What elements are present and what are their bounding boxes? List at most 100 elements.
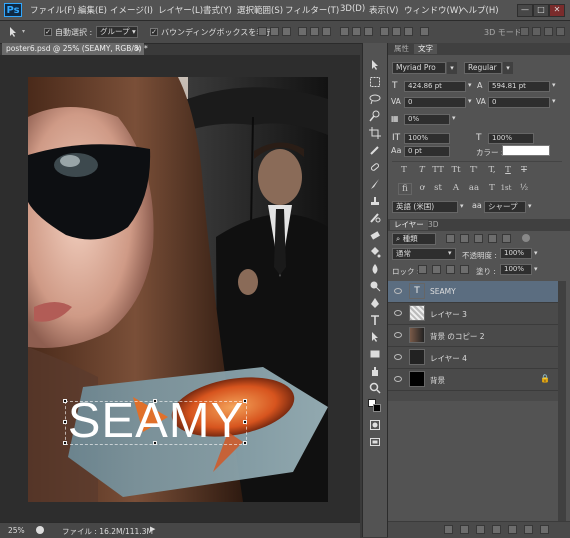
tracking-field[interactable]: 0 bbox=[488, 97, 550, 108]
tab-3d[interactable]: 3D bbox=[424, 220, 443, 230]
distribute-left-icon[interactable] bbox=[380, 27, 389, 36]
visibility-eye-icon[interactable] bbox=[394, 288, 402, 294]
leading-field[interactable]: 594.81 pt bbox=[488, 81, 550, 92]
distribute-vcenter-icon[interactable] bbox=[352, 27, 361, 36]
menu-filter[interactable]: フィルター(T) bbox=[285, 4, 339, 16]
language-dropdown[interactable]: 英語 (米国) bbox=[392, 201, 458, 213]
ligatures-button[interactable]: fi bbox=[398, 183, 412, 195]
maximize-button[interactable]: □ bbox=[533, 4, 549, 17]
ordinals-button[interactable]: 1st bbox=[500, 183, 512, 193]
distribute-hcenter-icon[interactable] bbox=[392, 27, 401, 36]
fill-field[interactable]: 100% bbox=[500, 264, 532, 275]
zoom-level[interactable]: 25% bbox=[8, 526, 25, 535]
path-selection-tool-icon[interactable] bbox=[369, 331, 381, 343]
type-tool-icon[interactable] bbox=[369, 314, 381, 326]
layer-row-background[interactable]: 背景 🔒 bbox=[388, 369, 558, 391]
3d-pan-icon[interactable] bbox=[544, 27, 553, 36]
menu-layer[interactable]: レイヤー(L) bbox=[158, 4, 203, 16]
menu-help[interactable]: ヘルプ(H) bbox=[460, 4, 499, 16]
visibility-eye-icon[interactable] bbox=[394, 310, 402, 316]
font-size-arrow-icon[interactable]: ▾ bbox=[468, 81, 472, 89]
3d-roll-icon[interactable] bbox=[532, 27, 541, 36]
opacity-arrow-icon[interactable]: ▾ bbox=[534, 249, 538, 257]
filter-toggle-icon[interactable] bbox=[522, 234, 530, 242]
faux-italic-button[interactable]: T bbox=[416, 165, 428, 175]
lasso-tool-icon[interactable] bbox=[369, 93, 381, 105]
pen-tool-icon[interactable] bbox=[369, 297, 381, 309]
blend-mode-arrow-icon[interactable]: ▾ bbox=[448, 249, 452, 257]
font-family-arrow-icon[interactable]: ▾ bbox=[447, 62, 457, 74]
layer-row-seamy[interactable]: T SEAMY bbox=[388, 281, 558, 303]
dodge-tool-icon[interactable] bbox=[369, 280, 381, 292]
artboard[interactable]: SEAMY bbox=[28, 77, 328, 502]
filter-adjustment-icon[interactable] bbox=[460, 234, 469, 243]
kerning-field[interactable]: 0 bbox=[404, 97, 466, 108]
layer-row-layer-3[interactable]: レイヤー 3 bbox=[388, 303, 558, 325]
eyedropper-tool-icon[interactable] bbox=[369, 144, 381, 156]
background-color-swatch[interactable] bbox=[373, 404, 381, 412]
swash-button[interactable]: A bbox=[450, 183, 462, 193]
antialias-arrow-icon[interactable]: ▾ bbox=[528, 202, 532, 210]
paint-bucket-tool-icon[interactable] bbox=[369, 246, 381, 258]
font-style-arrow-icon[interactable]: ▾ bbox=[503, 62, 513, 74]
opacity-field[interactable]: 100% bbox=[500, 248, 532, 259]
layer-row-layer-4[interactable]: レイヤー 4 bbox=[388, 347, 558, 369]
add-mask-icon[interactable] bbox=[476, 525, 485, 534]
distribute-top-icon[interactable] bbox=[340, 27, 349, 36]
auto-align-icon[interactable] bbox=[420, 27, 429, 36]
align-right-icon[interactable] bbox=[322, 27, 331, 36]
close-window-button[interactable]: ✕ bbox=[549, 4, 565, 17]
quick-select-tool-icon[interactable] bbox=[369, 110, 381, 122]
menu-image[interactable]: イメージ(I) bbox=[110, 4, 153, 16]
align-left-icon[interactable] bbox=[298, 27, 307, 36]
visibility-eye-icon[interactable] bbox=[394, 376, 402, 382]
link-layers-icon[interactable] bbox=[444, 525, 453, 534]
layer-style-icon[interactable] bbox=[460, 525, 469, 534]
healing-brush-tool-icon[interactable] bbox=[369, 161, 381, 173]
brush-tool-icon[interactable] bbox=[369, 178, 381, 190]
clone-stamp-tool-icon[interactable] bbox=[369, 195, 381, 207]
zoom-tool-icon[interactable] bbox=[369, 382, 381, 394]
filter-type-icon[interactable] bbox=[474, 234, 483, 243]
superscript-button[interactable]: T' bbox=[468, 165, 480, 175]
kerning-arrow-icon[interactable]: ▾ bbox=[468, 97, 472, 105]
quick-mask-icon[interactable] bbox=[369, 419, 381, 431]
lock-all-icon[interactable] bbox=[460, 265, 469, 274]
contextual-alternates-button[interactable]: ơ bbox=[416, 183, 428, 193]
vertical-scale-field[interactable]: 100% bbox=[404, 133, 450, 144]
fill-arrow-icon[interactable]: ▾ bbox=[534, 265, 538, 273]
eraser-tool-icon[interactable] bbox=[369, 229, 381, 241]
tracking-arrow-icon[interactable]: ▾ bbox=[552, 97, 556, 105]
lock-image-icon[interactable] bbox=[432, 265, 441, 274]
align-hcenter-icon[interactable] bbox=[310, 27, 319, 36]
move-tool-preset[interactable] bbox=[6, 26, 28, 38]
baseline-shift-field[interactable]: 0 pt bbox=[404, 146, 450, 157]
auto-select-checkbox[interactable]: ✓ bbox=[44, 28, 52, 36]
hand-tool-icon[interactable] bbox=[369, 365, 381, 377]
menu-type[interactable]: 書式(Y) bbox=[203, 4, 232, 16]
3d-slide-icon[interactable] bbox=[556, 27, 565, 36]
crop-tool-icon[interactable] bbox=[369, 127, 381, 139]
filter-smart-object-icon[interactable] bbox=[502, 234, 511, 243]
layer-row-bg-copy-2[interactable]: 背景 のコピー 2 bbox=[388, 325, 558, 347]
bounding-box-checkbox[interactable]: ✓ bbox=[150, 28, 158, 36]
screen-mode-icon[interactable] bbox=[369, 436, 381, 448]
blend-mode-dropdown[interactable]: 通常 bbox=[392, 248, 456, 260]
lock-position-icon[interactable] bbox=[446, 265, 455, 274]
faux-bold-button[interactable]: T bbox=[398, 165, 410, 175]
align-bottom-icon[interactable] bbox=[282, 27, 291, 36]
visibility-eye-icon[interactable] bbox=[394, 354, 402, 360]
filter-shape-icon[interactable] bbox=[488, 234, 497, 243]
fractions-button[interactable]: ½ bbox=[518, 183, 530, 193]
layer-filter-dropdown[interactable]: ⌕ 種類 bbox=[392, 233, 436, 245]
minimize-button[interactable]: — bbox=[517, 4, 533, 17]
move-tool-icon[interactable] bbox=[369, 59, 381, 71]
document-tab[interactable]: poster6.psd @ 25% (SEAMY, RGB/8) * × bbox=[2, 43, 148, 55]
strikethrough-button[interactable]: T bbox=[518, 165, 530, 175]
layers-scrollbar[interactable] bbox=[558, 281, 566, 521]
align-top-icon[interactable] bbox=[258, 27, 267, 36]
menu-window[interactable]: ウィンドウ(W) bbox=[404, 4, 462, 16]
auto-select-dropdown[interactable]: グループ ▾ bbox=[96, 26, 138, 38]
new-layer-icon[interactable] bbox=[524, 525, 533, 534]
tab-properties[interactable]: 属性 bbox=[390, 44, 413, 54]
